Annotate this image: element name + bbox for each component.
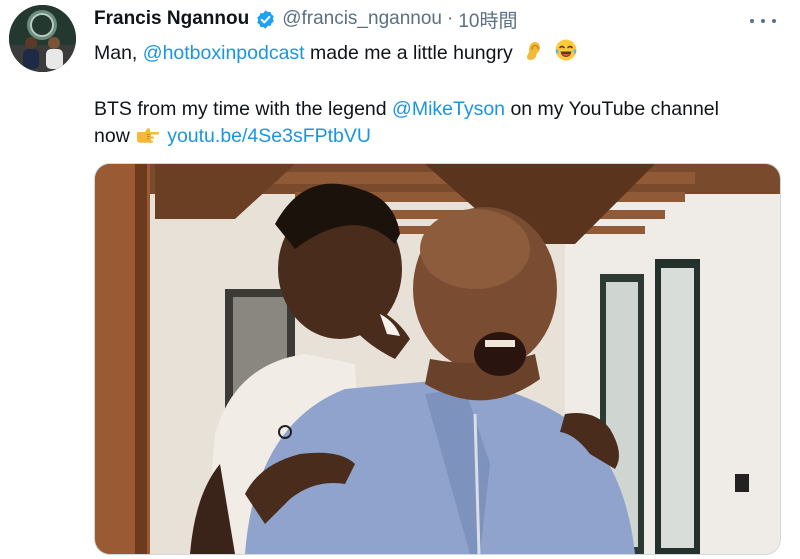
mention-miketyson[interactable]: @MikeTyson <box>392 98 505 120</box>
tweet-line-3: now youtu.be/4Se3sFPtbVU <box>94 125 371 147</box>
tweet-header: Francis Ngannou @francis_ngannou · 10時間 <box>94 4 517 34</box>
tweet-line-2: BTS from my time with the legend @MikeTy… <box>94 98 719 120</box>
tears-of-joy-emoji <box>555 39 577 61</box>
author-name[interactable]: Francis Ngannou <box>94 8 249 30</box>
photo-image <box>95 164 780 554</box>
tweet-media-photo[interactable] <box>94 163 781 555</box>
tweet[interactable]: Francis Ngannou @francis_ngannou · 10時間 … <box>0 0 800 559</box>
tweet-line-1: Man, @hotboxinpodcast made me a little h… <box>94 38 578 68</box>
youtube-link[interactable]: youtu.be/4Se3sFPtbVU <box>167 125 371 147</box>
verified-badge-icon <box>257 9 274 29</box>
author-handle[interactable]: @francis_ngannou <box>282 8 442 30</box>
avatar[interactable] <box>9 5 76 72</box>
avatar-image <box>9 5 76 72</box>
pointing-hand-emoji <box>137 128 160 143</box>
ear-emoji <box>527 42 541 60</box>
mention-hotboxinpodcast[interactable]: @hotboxinpodcast <box>143 42 305 64</box>
more-icon[interactable] <box>750 10 776 32</box>
tweet-timestamp[interactable]: 10時間 <box>458 6 517 33</box>
header-separator: · <box>446 8 454 29</box>
